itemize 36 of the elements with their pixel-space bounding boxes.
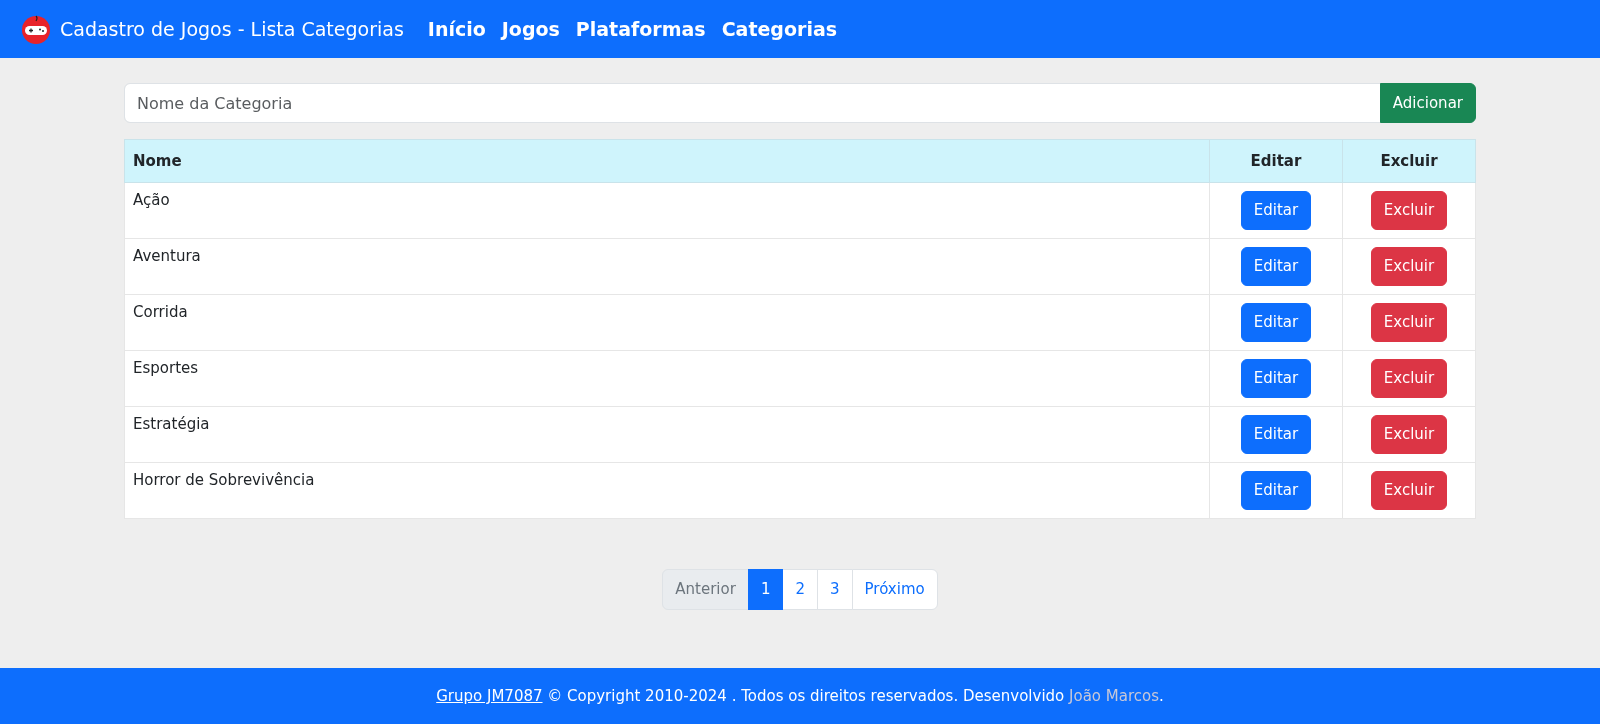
nav-link[interactable]: Plataformas <box>575 14 706 44</box>
edit-button[interactable]: Editar <box>1240 415 1312 454</box>
table-cell: Aventura <box>124 238 1210 295</box>
column-header: Editar <box>1209 139 1343 183</box>
delete-button[interactable]: Excluir <box>1370 415 1448 454</box>
edit-button[interactable]: Editar <box>1240 191 1312 230</box>
edit-button[interactable]: Editar <box>1240 303 1312 342</box>
table-cell: Estratégia <box>124 406 1210 463</box>
nav-link[interactable]: Categorias <box>721 14 838 44</box>
delete-button[interactable]: Excluir <box>1370 303 1448 342</box>
category-name-field[interactable]: Nome da Categoria <box>124 83 1381 123</box>
footer-text: Grupo JM7087 © Copyright 2010-2024 . Todos os direitos reservados. Desenvolvido João Marcos. <box>436 685 1164 707</box>
add-button[interactable]: Adicionar <box>1379 83 1476 123</box>
table-cell: Corrida <box>124 294 1210 351</box>
delete-button[interactable]: Excluir <box>1370 191 1448 230</box>
company-link[interactable]: Grupo JM7087 <box>436 686 543 705</box>
page-link[interactable]: 2 <box>782 569 818 610</box>
author-link[interactable]: João Marcos <box>1069 686 1159 705</box>
edit-button[interactable]: Editar <box>1240 359 1312 398</box>
table-cell: Horror de Sobrevivência <box>124 462 1210 519</box>
brand-title[interactable]: Cadastro de Jogos - Lista Categorias <box>60 14 404 44</box>
edit-button[interactable]: Editar <box>1240 471 1312 510</box>
page-link[interactable]: Próximo <box>851 569 938 610</box>
nav-link[interactable]: Início <box>427 14 486 44</box>
page-link[interactable]: 1 <box>747 569 784 610</box>
column-header: Excluir <box>1342 139 1476 183</box>
page-link[interactable]: 3 <box>816 569 853 610</box>
delete-button[interactable]: Excluir <box>1370 471 1448 510</box>
edit-button[interactable]: Editar <box>1240 247 1312 286</box>
nav-link[interactable]: Jogos <box>501 14 560 44</box>
table-cell: Esportes <box>124 350 1210 407</box>
delete-button[interactable]: Excluir <box>1370 247 1448 286</box>
gamepad-logo-icon <box>20 13 52 45</box>
delete-button[interactable]: Excluir <box>1370 359 1448 398</box>
table-cell: Ação <box>124 182 1210 239</box>
column-header: Nome <box>124 139 1210 183</box>
